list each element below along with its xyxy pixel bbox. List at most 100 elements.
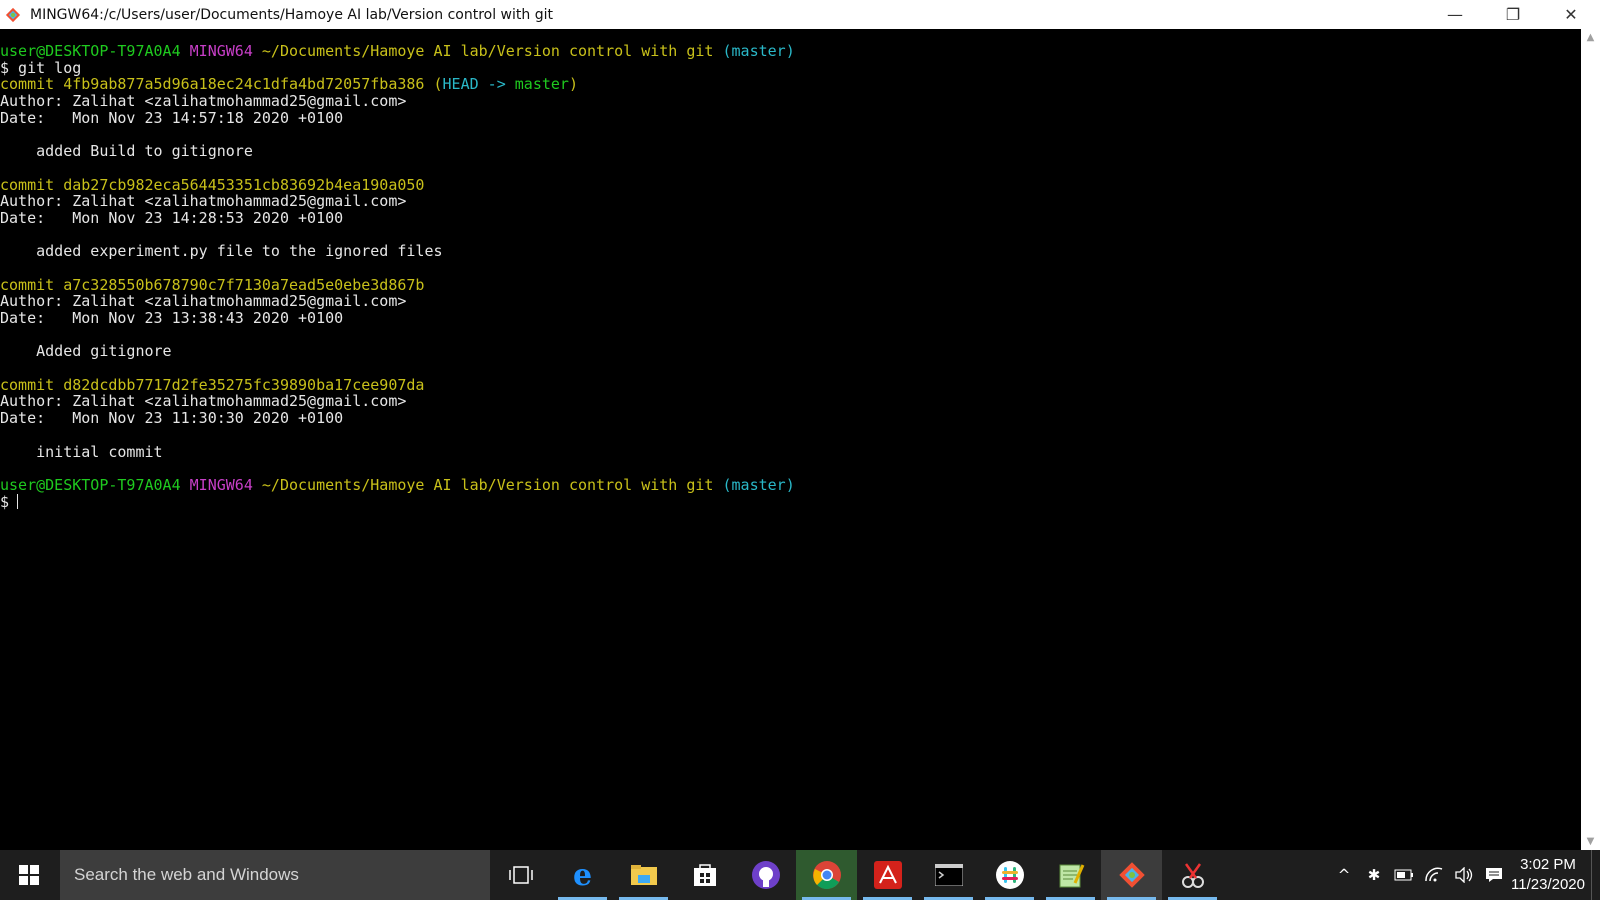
slack-icon [995, 861, 1024, 889]
start-button[interactable] [0, 850, 58, 900]
clock-date: 11/23/2020 [1511, 876, 1585, 893]
window-title-bar[interactable]: MINGW64:/c/Users/user/Documents/Hamoye A… [0, 0, 1600, 29]
terminal-text: $ git log [0, 58, 82, 77]
windows-logo-icon [19, 865, 39, 885]
system-tray: ^ ✱ 3:02 PM 11/23/2020 [1329, 850, 1600, 900]
terminal-text: added experiment.py file to the ignored … [0, 242, 443, 261]
terminal-text: Date: Mon Nov 23 13:38:43 2020 +0100 [0, 309, 344, 327]
taskbar-clock[interactable]: 3:02 PM 11/23/2020 [1509, 850, 1587, 900]
terminal-text: (master) [722, 475, 795, 494]
taskbar-store[interactable] [674, 850, 735, 900]
taskbar-github[interactable] [735, 850, 796, 900]
chevron-up-icon[interactable]: ^ [1329, 850, 1359, 900]
terminal-line: commit 4fb9ab877a5d96a18ec24c1dfa4bd7205… [0, 76, 1581, 93]
terminal-text: Author: Zalihat <zalihatmohammad25@gmail… [0, 92, 407, 111]
terminal-line: Author: Zalihat <zalihatmohammad25@gmail… [0, 193, 1581, 210]
terminal-text: commit 4fb9ab877a5d96a18ec24c1dfa4bd7205… [0, 75, 434, 94]
task-view-button[interactable] [490, 850, 551, 900]
scroll-down-icon[interactable]: ▼ [1581, 833, 1600, 850]
git-bash-icon [5, 7, 21, 22]
terminal-text: master [514, 75, 569, 94]
terminal-text: commit d82dcdbb7717d2fe35275fc39890ba17c… [0, 375, 425, 394]
terminal-text: ~/Documents/Hamoye AI lab/Version contro… [261, 475, 723, 494]
taskbar-slack[interactable] [979, 850, 1040, 900]
taskbar-snipping-tool[interactable] [1162, 850, 1223, 900]
terminal-text: commit a7c328550b678790c7f7130a7ead5e0eb… [0, 275, 425, 294]
terminal-text: user@DESKTOP-T97A0A4 [0, 42, 190, 60]
terminal-text: Date: Mon Nov 23 14:57:18 2020 +0100 [0, 108, 344, 127]
window-title: MINGW64:/c/Users/user/Documents/Hamoye A… [30, 6, 553, 23]
terminal-text: MINGW64 [189, 42, 262, 60]
store-icon [693, 864, 716, 886]
terminal-text: ) [568, 75, 578, 94]
terminal-line: $ [0, 492, 1581, 511]
clock-time: 3:02 PM [1520, 856, 1576, 873]
terminal-line: Author: Zalihat <zalihatmohammad25@gmail… [0, 93, 1581, 110]
terminal-line: added Build to gitignore [0, 143, 1581, 160]
task-view-icon [508, 866, 533, 884]
terminal-text: ~/Documents/Hamoye AI lab/Version contro… [261, 42, 723, 60]
minimize-button[interactable]: — [1426, 0, 1484, 29]
slack-tray-icon[interactable]: ✱ [1359, 850, 1389, 900]
terminal-text: MINGW64 [189, 475, 262, 494]
terminal-text: Author: Zalihat <zalihatmohammad25@gmail… [0, 192, 407, 211]
terminal-line: Author: Zalihat <zalihatmohammad25@gmail… [0, 393, 1581, 410]
terminal-line: commit d82dcdbb7717d2fe35275fc39890ba17c… [0, 375, 1581, 394]
terminal-text: commit dab27cb982eca564453351cb83692b4ea… [0, 175, 425, 194]
terminal-line: $ git log [0, 58, 1581, 77]
taskbar-git-bash[interactable] [1101, 850, 1162, 900]
action-center-icon[interactable] [1479, 850, 1509, 900]
text-cursor [17, 493, 19, 509]
vertical-scrollbar[interactable]: ▲ ▼ [1581, 29, 1600, 850]
terminal-text: Date: Mon Nov 23 11:30:30 2020 +0100 [0, 409, 344, 428]
show-desktop-button[interactable] [1591, 850, 1600, 900]
taskbar-edge[interactable]: e [552, 850, 613, 900]
taskbar-command-prompt[interactable] [918, 850, 979, 900]
terminal-line: initial commit [0, 442, 1581, 461]
terminal-line: commit dab27cb982eca564453351cb83692b4ea… [0, 175, 1581, 194]
terminal-lines: user@DESKTOP-T97A0A4 MINGW64 ~/Documents… [0, 29, 1581, 510]
terminal-line: added experiment.py file to the ignored … [0, 243, 1581, 260]
taskbar-file-explorer[interactable] [613, 850, 674, 900]
terminal-line: user@DESKTOP-T97A0A4 MINGW64 ~/Documents… [0, 477, 1581, 494]
terminal-text: user@DESKTOP-T97A0A4 [0, 475, 190, 494]
taskbar-notepad[interactable] [1040, 850, 1101, 900]
terminal-text: Added gitignore [0, 342, 172, 361]
git-bash-icon [1118, 862, 1145, 888]
taskbar-chrome[interactable] [796, 850, 857, 900]
github-icon [751, 861, 780, 889]
wifi-icon[interactable] [1419, 850, 1449, 900]
scroll-up-icon[interactable]: ▲ [1581, 29, 1600, 46]
edge-icon: e [572, 857, 593, 893]
file-explorer-icon [630, 865, 657, 885]
taskbar-search-box[interactable]: Search the web and Windows [60, 850, 490, 900]
terminal-line: user@DESKTOP-T97A0A4 MINGW64 ~/Documents… [0, 43, 1581, 60]
terminal-line: Author: Zalihat <zalihatmohammad25@gmail… [0, 293, 1581, 310]
terminal-text: ( [433, 75, 443, 94]
taskbar-acrobat[interactable] [857, 850, 918, 900]
maximize-button[interactable]: ❐ [1484, 0, 1542, 29]
battery-icon[interactable] [1389, 850, 1419, 900]
volume-icon[interactable] [1449, 850, 1479, 900]
terminal-text: $ [0, 492, 10, 511]
command-prompt-icon [934, 864, 963, 886]
terminal-text: HEAD -> [442, 75, 515, 94]
terminal-text: initial commit [0, 442, 163, 461]
terminal-text: (master) [722, 42, 795, 60]
terminal-line: Added gitignore [0, 343, 1581, 360]
close-button[interactable]: ✕ [1542, 0, 1600, 29]
terminal-line: commit a7c328550b678790c7f7130a7ead5e0eb… [0, 275, 1581, 294]
terminal-line: Date: Mon Nov 23 13:38:43 2020 +0100 [0, 310, 1581, 327]
terminal-output[interactable]: user@DESKTOP-T97A0A4 MINGW64 ~/Documents… [0, 29, 1581, 850]
search-placeholder: Search the web and Windows [74, 865, 299, 884]
terminal-line: Date: Mon Nov 23 11:30:30 2020 +0100 [0, 410, 1581, 427]
terminal-text: Date: Mon Nov 23 14:28:53 2020 +0100 [0, 208, 344, 227]
terminal-line: Date: Mon Nov 23 14:28:53 2020 +0100 [0, 210, 1581, 227]
